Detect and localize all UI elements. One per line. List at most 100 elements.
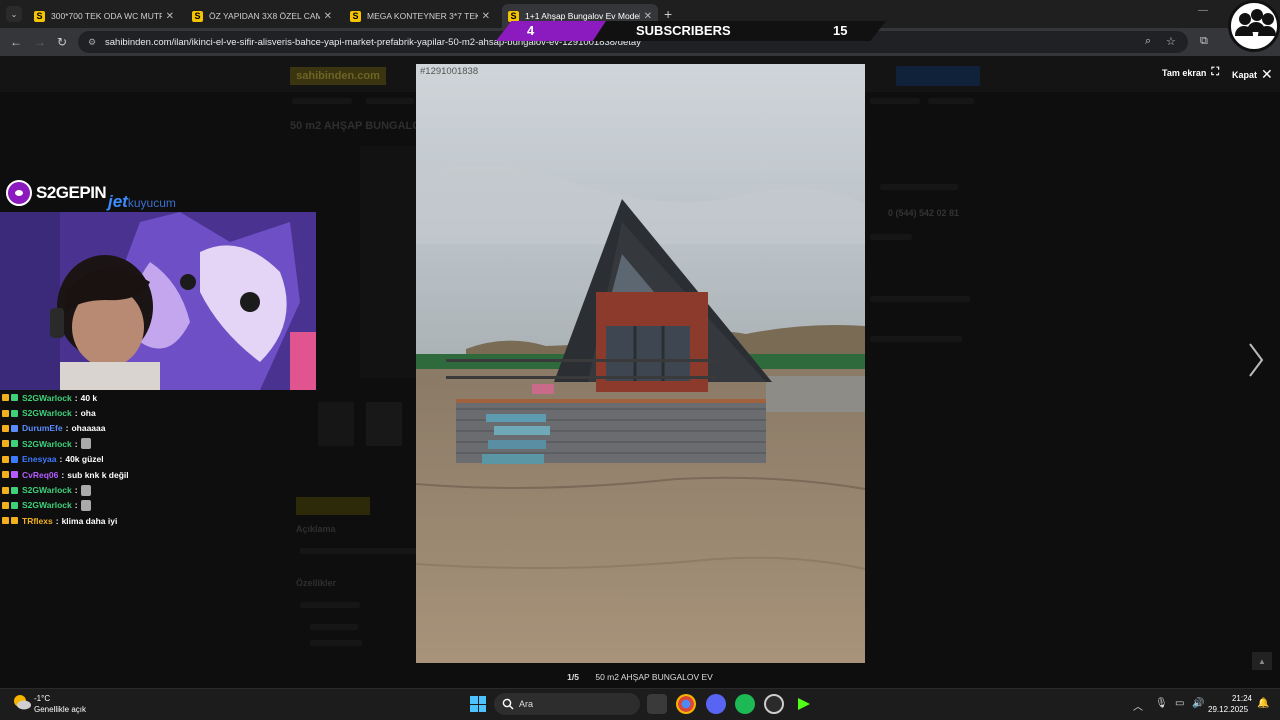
clock-date[interactable]: 29.12.2025 [1208,705,1248,714]
minimize-window-button[interactable]: — [1198,5,1208,16]
tray-overflow-icon[interactable]: ︿ [1133,698,1143,713]
chat-username[interactable]: TRflexs [22,516,53,526]
chat-separator: : [55,515,59,526]
breadcrumb [870,98,920,104]
clock-time[interactable]: 21:24 [1226,694,1252,703]
chat-username[interactable]: DurumEfe [22,423,63,433]
next-photo-icon[interactable] [1246,340,1266,380]
chat-text: 40 k [80,392,98,403]
chat-emote-icon [80,499,91,511]
seller-info [880,184,958,190]
sahibinden-favicon-icon: S [192,10,203,22]
seller-info [870,296,970,302]
task-view-icon[interactable] [647,694,667,714]
chat-username[interactable]: S2GWarlock [22,485,72,495]
taskbar-search-input[interactable] [494,693,640,715]
chat-badge-icon [11,424,18,432]
weather-icon[interactable] [12,693,32,711]
listing-id: #1291001838 [420,66,479,77]
weather-temperature[interactable]: -1°C [34,694,50,703]
site-logo[interactable]: sahibinden.com [290,67,386,85]
sahibinden-favicon-icon: S [34,10,45,22]
kick-icon[interactable] [794,694,814,714]
volume-icon[interactable]: 🔊 [1192,698,1204,709]
chat-badge-icon [2,409,9,417]
chat-badge-icon [2,471,9,479]
chat-username[interactable]: S2GWarlock [22,439,72,449]
chat-separator: : [74,392,78,403]
chat-text: ohaaaaa [71,423,106,434]
chat-separator: : [59,454,63,465]
feature-item [310,624,358,630]
chat-message: S2GWarlock: [2,482,316,497]
chat-badge-icon [11,455,18,463]
weather-description[interactable]: Genellikle açık [34,705,86,714]
photo-caption: 1/5 50 m2 AHŞAP BUNGALOV EV [0,672,1280,682]
chat-emote-icon [80,484,91,496]
site-info-icon[interactable]: ⚙ [88,37,96,48]
main-photo-preview[interactable] [360,146,416,378]
close-tab-icon[interactable]: ✕ [644,11,652,22]
discord-icon[interactable] [706,694,726,714]
chat-username[interactable]: Enesyaa [22,454,57,464]
channel-avatar-icon [1228,0,1280,52]
subscriber-label: SUBSCRIBERS [636,23,731,38]
chat-badge-icon [2,486,9,494]
tab-title: ÖZ YAPIDAN 3X8 ÖZEL CAMLI [209,11,320,21]
browser-tab[interactable]: S 300*700 TEK ODA WC MUTFAK ✕ [28,4,180,28]
forward-icon[interactable]: → [34,35,46,49]
windows-start-icon[interactable] [470,696,486,712]
listing-title: 50 m2 AHŞAP BUNGALO [290,120,421,132]
chat-badge-icon [11,486,18,494]
bungalow-photo[interactable] [416,64,865,663]
taskbar [0,688,1280,720]
thumbnail[interactable] [318,402,354,446]
description-text [300,548,416,554]
zoom-icon[interactable]: ⌕ [1145,35,1151,48]
bookmark-star-icon[interactable]: ☆ [1166,35,1176,48]
chat-separator: : [65,423,69,434]
app-icon[interactable] [764,694,784,714]
chat-separator: : [74,500,78,511]
back-icon[interactable]: ← [10,35,22,49]
close-label: Kapat [1232,69,1258,80]
chat-badge-icon [11,440,18,448]
chat-badge-icon [11,471,18,479]
browser-tab[interactable]: S MEGA KONTEYNER 3*7 TEK OD ✕ [344,4,496,28]
chat-badge-icon [11,394,18,402]
extensions-icon[interactable]: ⧉ [1200,35,1208,48]
thumbnail[interactable] [366,402,402,446]
close-tab-icon[interactable]: ✕ [324,11,332,22]
search-icon [502,697,514,710]
stream-channel-logo: S2GEPIN [6,180,107,206]
chrome-icon[interactable] [676,694,696,714]
sponsor-logo: jetkuyucum [108,192,176,212]
microphone-icon[interactable]: 🎙 [1155,698,1168,709]
chat-username[interactable]: CvReq06 [22,470,58,480]
fullscreen-button[interactable]: Tam ekran ⛶ [1162,66,1219,79]
browser-tab[interactable]: S ÖZ YAPIDAN 3X8 ÖZEL CAMLI ✕ [186,4,338,28]
chat-username[interactable]: S2GWarlock [22,408,72,418]
tab-title: 300*700 TEK ODA WC MUTFAK [51,11,162,21]
new-tab-button[interactable]: + [664,6,672,22]
webcam-illustration [0,212,316,390]
header-button[interactable] [896,66,980,86]
chat-message: S2GWarlock: [2,436,316,451]
spotify-icon[interactable] [735,694,755,714]
close-tab-icon[interactable]: ✕ [166,11,174,22]
search-placeholder[interactable]: Ara [519,699,533,709]
chat-username[interactable]: S2GWarlock [22,393,72,403]
sponsor-logo-rest: kuyucum [127,196,176,210]
notification-icon[interactable]: 🔔 [1257,698,1269,709]
close-tab-icon[interactable]: ✕ [482,11,490,22]
scroll-to-top-icon[interactable]: ▲ [1252,652,1272,670]
tab-search-button[interactable]: ⌄ [6,6,22,22]
chat-username[interactable]: S2GWarlock [22,500,72,510]
chat-emote-icon [80,438,91,450]
chat-badge-icon [11,501,18,509]
network-icon[interactable]: ▭ [1175,698,1184,709]
close-lightbox-button[interactable]: Kapat ✕ [1232,66,1273,83]
photo-illustration [416,64,865,663]
reload-icon[interactable]: ↻ [57,35,67,49]
sahibinden-favicon-icon: S [508,10,519,22]
